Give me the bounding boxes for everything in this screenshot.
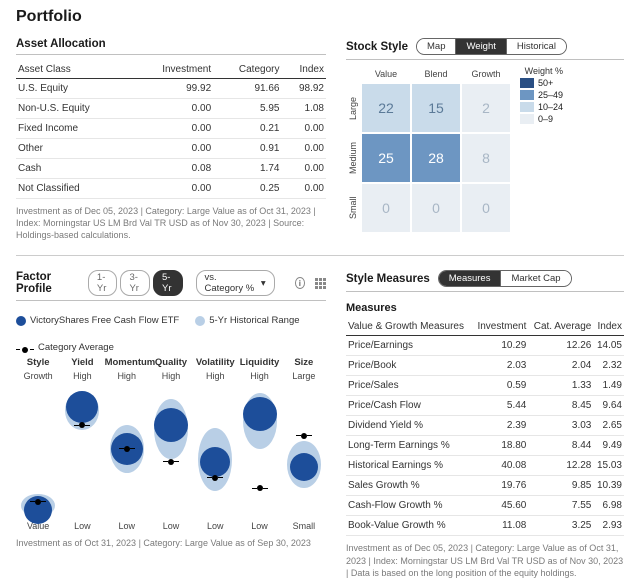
factor-style: GrowthValueStyle — [16, 371, 60, 531]
sb-row-medium: Medium — [346, 134, 360, 182]
sb-cell: 8 — [462, 134, 510, 182]
measures-subhead: Measures — [346, 302, 624, 314]
year-tab-1-Yr[interactable]: 1-Yr — [88, 270, 118, 296]
table-row: Non-U.S. Equity0.005.951.08 — [16, 99, 326, 119]
sb-cell: 22 — [362, 84, 410, 132]
mcol2: Cat. Average — [528, 318, 593, 336]
legend-cat: Category Average — [38, 342, 114, 353]
table-row: U.S. Equity99.9291.6698.92 — [16, 79, 326, 99]
sb-cell: 15 — [412, 84, 460, 132]
year-tab-3-Yr[interactable]: 3-Yr — [120, 270, 150, 296]
vs-label: vs. Category % — [205, 272, 257, 294]
table-row: Book-Value Growth %11.083.252.93 — [346, 516, 624, 536]
factor-quality: HighLowQuality — [149, 371, 193, 531]
sb-cell: 2 — [462, 84, 510, 132]
sb-cell: 0 — [412, 184, 460, 232]
measures-table: Value & Growth Measures Investment Cat. … — [346, 318, 624, 536]
page-title: Portfolio — [16, 8, 624, 26]
table-row: Sales Growth %19.769.8510.39 — [346, 476, 624, 496]
stock-style-heading: Stock Style MapWeightHistorical — [346, 38, 624, 60]
table-row: Other0.000.910.00 — [16, 139, 326, 159]
tab-map[interactable]: Map — [417, 39, 455, 54]
legend-range: 5-Yr Historical Range — [209, 315, 299, 326]
table-row: Price/Book2.032.042.32 — [346, 356, 624, 376]
style-measures-tabs: MeasuresMarket Cap — [438, 270, 572, 287]
stylebox-grid: ValueBlendGrowth Large22152 Medium25288 Sma… — [346, 66, 510, 232]
style-measures-heading: Style Measures MeasuresMarket Cap — [346, 270, 624, 292]
asset-allocation-heading: Asset Allocation — [16, 38, 326, 55]
allocation-footnote: Investment as of Dec 05, 2023 | Category… — [16, 205, 326, 241]
sb-col-growth: Growth — [462, 66, 510, 82]
mcol1: Investment — [473, 318, 529, 336]
table-row: Historical Earnings %40.0812.2815.03 — [346, 456, 624, 476]
tab-weight[interactable]: Weight — [455, 39, 505, 54]
tab-historical[interactable]: Historical — [506, 39, 566, 54]
sb-col-blend: Blend — [412, 66, 460, 82]
info-icon[interactable]: i — [295, 277, 305, 289]
table-row: Cash0.081.740.00 — [16, 159, 326, 179]
factor-yield: HighLowYield — [60, 371, 104, 531]
year-tabs: 1-Yr3-Yr5-Yr — [88, 270, 186, 296]
sb-row-small: Small — [346, 184, 360, 232]
sb-cell: 28 — [412, 134, 460, 182]
factor-footnote: Investment as of Oct 31, 2023 | Category… — [16, 537, 326, 549]
factor-legend: VictoryShares Free Cash Flow ETF 5-Yr Hi… — [16, 315, 326, 353]
col-index: Index — [281, 61, 326, 79]
year-tab-5-Yr[interactable]: 5-Yr — [153, 270, 183, 296]
factor-profile-heading: Factor Profile 1-Yr3-Yr5-Yr vs. Category… — [16, 270, 326, 301]
grid-view-icon[interactable] — [315, 278, 326, 289]
table-row: Not Classified0.000.250.00 — [16, 179, 326, 199]
table-row: Price/Sales0.591.331.49 — [346, 376, 624, 396]
table-row: Long-Term Earnings %18.808.449.49 — [346, 436, 624, 456]
col-investment: Investment — [132, 61, 213, 79]
tab-market-cap[interactable]: Market Cap — [500, 271, 570, 286]
table-row: Cash-Flow Growth %45.607.556.98 — [346, 496, 624, 516]
measures-label: Style Measures — [346, 273, 430, 285]
sb-col-value: Value — [362, 66, 410, 82]
stylebox-legend: Weight % 50+25–4910–240–9 — [520, 66, 563, 232]
mcol3: Index — [593, 318, 624, 336]
vs-category-select[interactable]: vs. Category % ▾ — [196, 270, 275, 296]
legend-title: Weight % — [520, 66, 563, 76]
chevron-down-icon: ▾ — [261, 278, 266, 289]
factor-momentum: HighLowMomentum — [105, 371, 149, 531]
tab-measures[interactable]: Measures — [439, 271, 501, 286]
table-row: Dividend Yield %2.393.032.65 — [346, 416, 624, 436]
sb-row-large: Large — [346, 84, 360, 132]
col-category: Category — [213, 61, 281, 79]
stock-style-label: Stock Style — [346, 41, 408, 53]
sb-cell: 0 — [462, 184, 510, 232]
factor-label: Factor Profile — [16, 271, 78, 295]
measures-footnote: Investment as of Dec 05, 2023 | Category… — [346, 542, 624, 578]
factor-volatility: HighLowVolatility — [193, 371, 237, 531]
stock-style-tabs: MapWeightHistorical — [416, 38, 567, 55]
asset-allocation-table: Asset Class Investment Category Index U.… — [16, 61, 326, 199]
table-row: Price/Earnings10.2912.2614.05 — [346, 336, 624, 356]
factor-size: LargeSmallSize — [282, 371, 326, 531]
table-row: Price/Cash Flow5.448.459.64 — [346, 396, 624, 416]
sb-cell: 25 — [362, 134, 410, 182]
col-asset-class: Asset Class — [16, 61, 132, 79]
legend-fund: VictoryShares Free Cash Flow ETF — [30, 315, 179, 326]
mcol0: Value & Growth Measures — [346, 318, 473, 336]
sb-cell: 0 — [362, 184, 410, 232]
factor-liquidity: HighLowLiquidity — [237, 371, 281, 531]
factor-profile-chart: GrowthValueStyleHighLowYieldHighLowMomen… — [16, 371, 326, 531]
table-row: Fixed Income0.000.210.00 — [16, 119, 326, 139]
